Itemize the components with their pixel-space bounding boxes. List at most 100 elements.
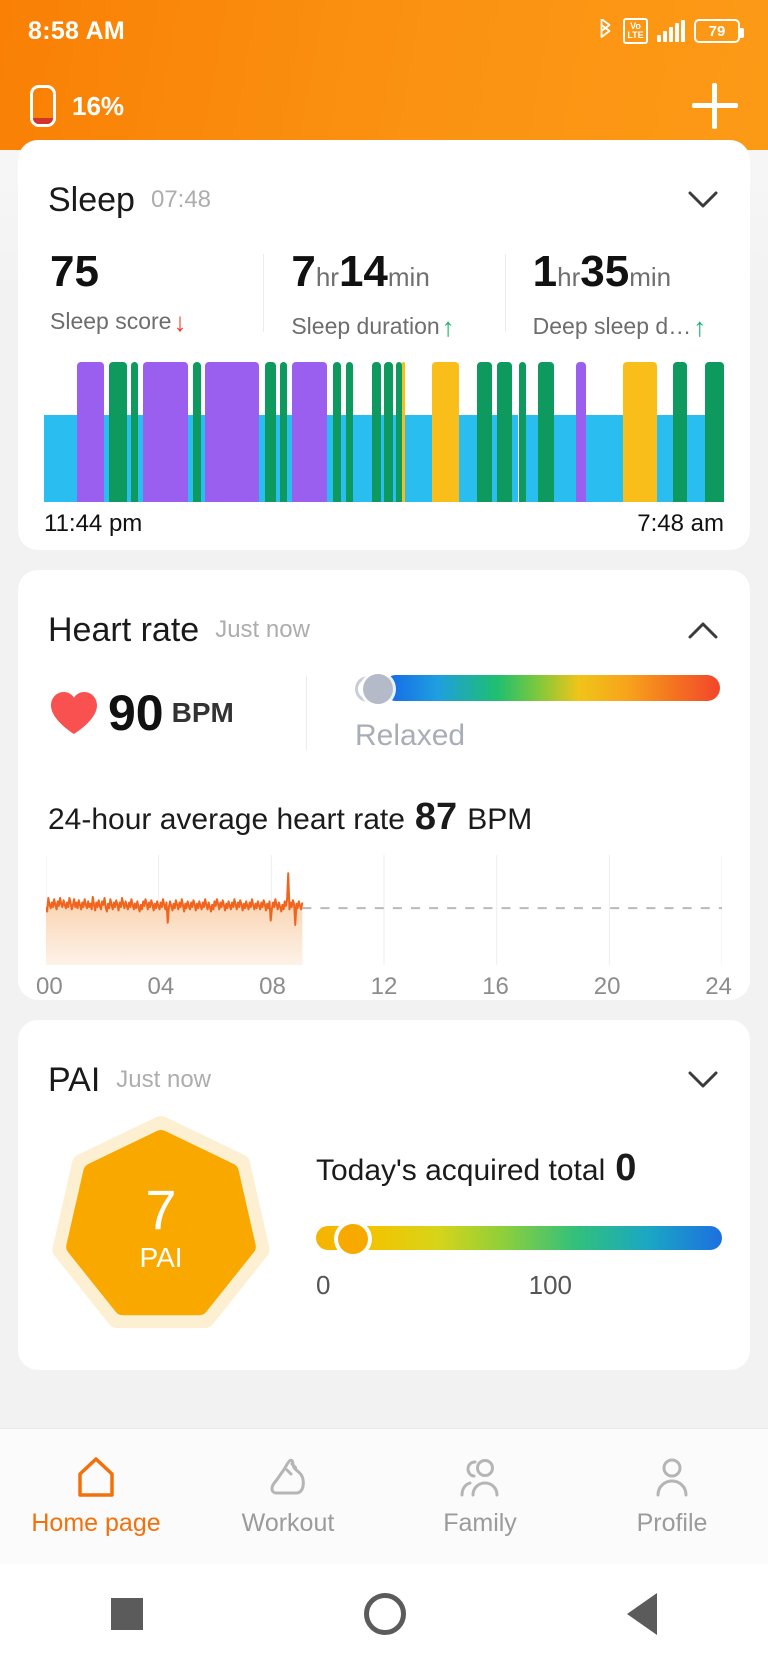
bottom-navigation: Home page Workout Family Profile xyxy=(0,1428,768,1564)
x-tick-label: 04 xyxy=(147,973,175,1000)
system-navigation-bar xyxy=(0,1564,768,1664)
pai-scale: 0 100 xyxy=(316,1270,722,1301)
deep-sleep-value: 1hr35min xyxy=(533,244,746,305)
pai-gauge-knob[interactable] xyxy=(338,1224,368,1254)
sleep-bar-deep xyxy=(372,362,381,502)
sleep-bar-light xyxy=(187,415,193,502)
heart-rate-area xyxy=(46,873,303,965)
sleep-duration-text: Sleep duration xyxy=(291,313,440,339)
sleep-title: Sleep xyxy=(48,180,135,219)
pai-heptagon-text: 7 PAI xyxy=(46,1112,276,1342)
sleep-bar-deep xyxy=(109,362,127,502)
pai-card-header[interactable]: PAI Just now xyxy=(18,1020,750,1106)
sleep-stats: 75 Sleep score ↓ 7hr14min Sleep duration… xyxy=(18,244,750,340)
sleep-bar-light xyxy=(656,415,674,502)
nav-label-home: Home page xyxy=(31,1509,161,1537)
phone-screen: 8:58 AM Vo LTE 79 16% Sleep 07:48 75 Sle… xyxy=(0,0,768,1664)
sleep-bar-deep xyxy=(538,362,554,502)
heart-rate-reading: 90 BPM xyxy=(48,666,306,760)
nav-item-workout[interactable]: Workout xyxy=(192,1455,384,1538)
sleep-stat-duration: 7hr14min Sleep duration ↑ xyxy=(263,244,504,340)
sleep-start-time: 11:44 pm xyxy=(44,510,143,537)
trend-up-icon: ↑ xyxy=(693,311,707,342)
pai-score-label: PAI xyxy=(139,1242,183,1273)
sleep-bar-deep xyxy=(264,362,277,502)
deep-sleep-min-unit: min xyxy=(629,262,672,292)
chevron-down-icon[interactable] xyxy=(686,183,720,217)
heart-rate-gauge-knob[interactable] xyxy=(363,674,393,704)
pai-heptagon[interactable]: 7 PAI xyxy=(46,1112,276,1342)
sleep-bar-light xyxy=(341,415,346,502)
heart-rate-card-header[interactable]: Heart rate Just now xyxy=(18,570,750,656)
sleep-bar-light xyxy=(553,415,577,502)
sleep-score-text: Sleep score xyxy=(50,308,172,334)
sleep-bar-light xyxy=(686,415,706,502)
pai-score: 7 xyxy=(145,1178,177,1241)
heart-rate-card[interactable]: Heart rate Just now 90 BPM Relaxed 24-ho… xyxy=(18,570,750,1000)
x-tick-label: 24 xyxy=(705,973,732,1000)
person-icon xyxy=(656,1458,688,1497)
sleep-score-number: 75 xyxy=(50,247,99,296)
pai-card[interactable]: PAI Just now 7 PAI Today's acquired tota… xyxy=(18,1020,750,1370)
x-tick-label: 08 xyxy=(259,973,286,1000)
heart-rate-value: 90 xyxy=(108,685,164,741)
pai-title: PAI xyxy=(48,1060,101,1099)
pai-timestamp: Just now xyxy=(116,1066,211,1093)
heart-rate-title: Heart rate xyxy=(48,610,200,649)
sleep-bar-deep xyxy=(130,362,138,502)
back-triangle-icon[interactable] xyxy=(627,1593,658,1635)
sleep-bar-rem xyxy=(143,362,188,502)
heart-rate-average-value: 87 xyxy=(414,796,458,838)
trend-up-icon: ↑ xyxy=(441,311,455,342)
content-scroll[interactable]: Sleep 07:48 75 Sleep score ↓ 7hr14min Sl… xyxy=(0,0,768,1664)
nav-item-profile[interactable]: Profile xyxy=(576,1455,768,1538)
sleep-bar-light xyxy=(512,415,519,502)
pai-total-label: Today's acquired total xyxy=(316,1154,606,1187)
pai-scale-max: 100 xyxy=(528,1270,572,1300)
deep-sleep-hr-unit: hr xyxy=(557,262,581,292)
sleep-bar-deep xyxy=(383,362,394,502)
pai-gauge-bar xyxy=(316,1226,722,1250)
heart-rate-state: Relaxed xyxy=(355,719,466,752)
deep-sleep-text: Deep sleep d… xyxy=(532,313,692,339)
sleep-duration-min-unit: min xyxy=(387,262,430,292)
sleep-bar-light xyxy=(525,415,539,502)
x-tick-label: 20 xyxy=(593,973,621,1000)
heart-rate-x-axis: 00 04 08 12 16 20 24 xyxy=(36,973,732,1001)
deep-sleep-label: Deep sleep d… ↑ xyxy=(533,313,746,340)
sleep-duration-label: Sleep duration ↑ xyxy=(291,313,504,340)
recents-square-icon[interactable] xyxy=(110,1598,143,1630)
chevron-down-icon[interactable] xyxy=(686,1063,720,1097)
sleep-end-time: 7:48 am xyxy=(637,510,724,537)
sleep-card-header[interactable]: Sleep 07:48 xyxy=(18,140,750,226)
heart-rate-current: 90 BPM Relaxed xyxy=(18,666,750,760)
pai-total-value: 0 xyxy=(615,1147,637,1189)
pai-scale-min: 0 xyxy=(316,1270,331,1300)
pai-gauge[interactable] xyxy=(316,1224,722,1254)
sleep-bar-light xyxy=(585,415,623,502)
sleep-timestamp: 07:48 xyxy=(150,186,212,213)
heart-rate-unit: BPM xyxy=(171,697,234,728)
sleep-bar-deep xyxy=(477,362,492,502)
nav-item-home[interactable]: Home page xyxy=(0,1455,192,1538)
sleep-card[interactable]: Sleep 07:48 75 Sleep score ↓ 7hr14min Sl… xyxy=(18,140,750,550)
nav-item-family[interactable]: Family xyxy=(384,1455,576,1538)
sleep-bar-rem xyxy=(291,362,327,502)
heart-rate-gauge-bar xyxy=(383,675,720,701)
shoe-icon xyxy=(270,1458,305,1495)
sleep-stat-score: 75 Sleep score ↓ xyxy=(22,244,263,340)
heart-icon xyxy=(51,692,97,734)
heart-rate-chart xyxy=(46,855,722,965)
sleep-bars xyxy=(44,362,724,502)
family-icon xyxy=(460,1459,499,1497)
sleep-duration-hr: 7 xyxy=(291,247,316,296)
heart-rate-gauge[interactable] xyxy=(355,673,720,704)
home-circle-icon[interactable] xyxy=(363,1593,406,1635)
sleep-bar-light xyxy=(352,415,373,502)
pai-details: Today's acquired total 0 0 100 xyxy=(276,1147,722,1307)
sleep-bar-light xyxy=(404,415,432,502)
sleep-bar-deep xyxy=(333,362,342,502)
heart-rate-average-label: 24-hour average heart rate xyxy=(48,803,405,836)
sleep-bar-deep xyxy=(345,362,353,502)
chevron-up-icon[interactable] xyxy=(686,613,720,647)
